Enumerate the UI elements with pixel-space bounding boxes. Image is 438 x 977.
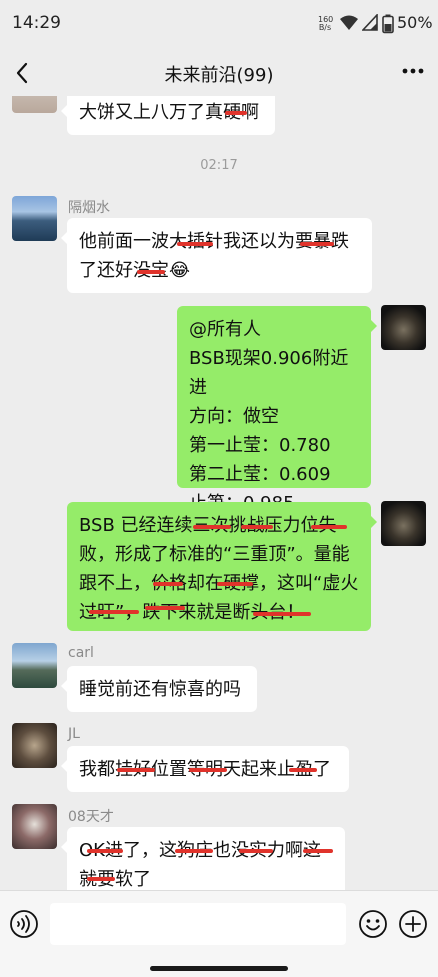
signal-icon xyxy=(362,14,378,31)
redaction-mark xyxy=(225,111,247,115)
battery-percent: 50% xyxy=(397,13,433,32)
redaction-mark xyxy=(193,525,231,529)
message-bubble[interactable]: 他前面一波大插针我还以为要暴跌了还好没宝😂 xyxy=(61,218,372,293)
message-text: OK进了，这狗庄也没实力啊这就要软了 xyxy=(79,840,321,890)
redaction-mark xyxy=(253,612,311,616)
message-line: @所有人 xyxy=(189,319,261,340)
redaction-mark xyxy=(189,768,227,772)
redaction-mark xyxy=(239,849,273,853)
message-line: 方向：做空 xyxy=(189,406,279,427)
sender-name: 08天才 xyxy=(68,809,114,825)
message-bubble[interactable]: @所有人 BSB现架0.906附近进 方向：做空 第一止莹：0.780 第二止莹… xyxy=(177,306,377,514)
chat-title: 未来前沿(99) xyxy=(164,65,274,86)
message-input[interactable] xyxy=(50,903,346,945)
redaction-mark xyxy=(117,768,155,772)
message-text: 他前面一波大插针我还以为要暴跌了还好没宝😂 xyxy=(79,231,349,281)
redaction-mark xyxy=(87,849,123,853)
sender-name: 隔烟水 xyxy=(68,200,110,216)
network-speed-unit: B/s xyxy=(318,23,332,32)
battery-icon xyxy=(382,14,394,34)
input-bar xyxy=(0,890,438,977)
avatar[interactable] xyxy=(381,305,426,350)
redaction-mark xyxy=(89,610,139,614)
redaction-mark xyxy=(241,525,273,529)
redaction-mark xyxy=(289,768,317,772)
avatar[interactable] xyxy=(381,501,426,546)
add-more-icon[interactable] xyxy=(398,909,428,939)
message-bubble[interactable]: 睡觉前还有惊喜的吗 xyxy=(61,666,257,712)
message-timestamp: 02:17 xyxy=(200,158,238,173)
message-bubble[interactable]: BSB 已经连续三次挑战压力位失败，形成了标准的“三重顶”。量能跟不上，价格却在… xyxy=(67,502,377,631)
avatar[interactable] xyxy=(12,643,57,688)
redaction-mark xyxy=(217,582,253,586)
avatar[interactable] xyxy=(12,723,57,768)
redaction-mark xyxy=(87,877,115,881)
redaction-mark xyxy=(145,606,185,610)
message-bubble[interactable]: 大饼又上八万了真硬啊 xyxy=(61,96,275,135)
message-line: 第一止莹：0.780 xyxy=(189,435,331,456)
message-bubble[interactable]: 我都挂好位置等明天起来止盈了 xyxy=(61,746,349,792)
sender-name: carl xyxy=(68,645,94,661)
redaction-mark xyxy=(300,242,334,246)
redaction-mark xyxy=(177,242,213,246)
status-bar: 14:29 160 B/s 50% xyxy=(0,0,438,48)
redaction-mark xyxy=(311,525,347,529)
status-time: 14:29 xyxy=(12,13,61,33)
sender-name: JL xyxy=(68,726,80,742)
message-line: 第二止莹：0.609 xyxy=(189,464,331,485)
message-line: BSB现架0.906附近进 xyxy=(189,348,349,398)
network-speed: 160 B/s xyxy=(318,16,333,32)
wifi-icon xyxy=(340,15,358,30)
chat-header: 未来前沿(99) xyxy=(0,48,438,98)
voice-input-icon[interactable] xyxy=(9,909,39,939)
redaction-mark xyxy=(137,270,165,274)
message-bubble[interactable]: OK进了，这狗庄也没实力啊这就要软了 xyxy=(61,827,345,890)
home-indicator[interactable] xyxy=(150,966,288,971)
redaction-mark xyxy=(303,849,333,853)
redaction-mark xyxy=(153,582,183,586)
more-options-icon[interactable] xyxy=(398,56,428,86)
avatar[interactable] xyxy=(12,804,57,849)
redaction-mark xyxy=(175,849,213,853)
avatar[interactable] xyxy=(12,96,57,113)
emoji-icon[interactable] xyxy=(358,909,388,939)
avatar[interactable] xyxy=(12,196,57,241)
message-text: BSB 已经连续三次挑战压力位失败，形成了标准的“三重顶”。量能跟不上，价格却在… xyxy=(79,515,359,623)
chat-message-list[interactable]: 大饼又上八万了真硬啊 02:17 隔烟水 他前面一波大插针我还以为要暴跌了还好没… xyxy=(0,96,438,890)
message-text: 睡觉前还有惊喜的吗 xyxy=(79,679,241,700)
